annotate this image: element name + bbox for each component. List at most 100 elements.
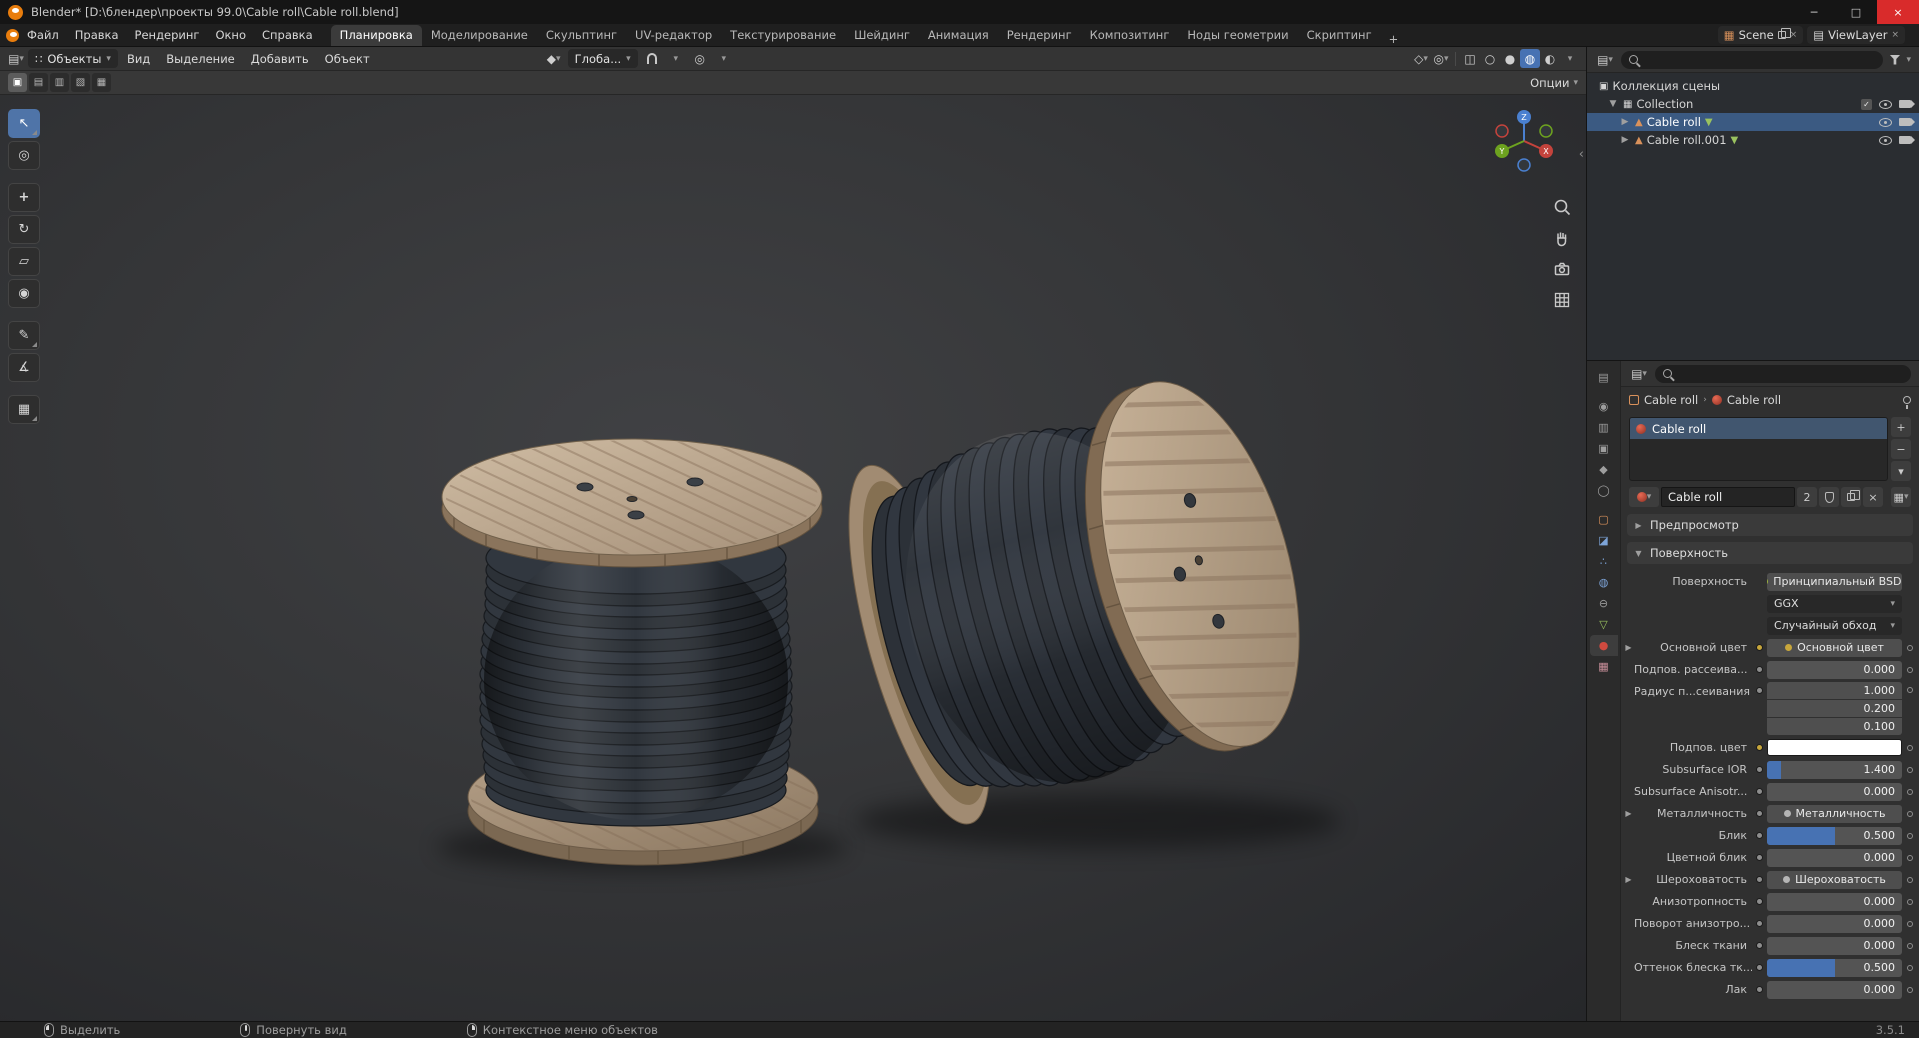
3d-viewport[interactable]: ↖ ◎ + ↻ ▱ ◉ ✎ ∡ ▦ Z X Y ‹ bbox=[0, 95, 1586, 1021]
shading-rendered-icon[interactable]: ◐ bbox=[1540, 49, 1560, 68]
editor-type-icon[interactable]: ▤ ▾ bbox=[6, 49, 26, 68]
transform-orientation-dropdown[interactable]: Глоба... ▾ bbox=[567, 49, 638, 68]
ptab-data-icon[interactable]: ▽ bbox=[1590, 614, 1618, 635]
new-scene-icon[interactable] bbox=[1777, 28, 1791, 39]
menu-render[interactable]: Рендеринг bbox=[127, 28, 208, 42]
subsurface-radius-fields[interactable]: 1.000 0.200 0.100 bbox=[1767, 682, 1902, 735]
ptab-material-icon[interactable]: ● bbox=[1589, 635, 1618, 656]
ptab-tool-icon[interactable]: ▤ bbox=[1590, 367, 1618, 388]
animate-dot[interactable] bbox=[1907, 898, 1913, 905]
scene-selector[interactable]: ▦ Scene × bbox=[1717, 26, 1804, 44]
viewlayer-selector[interactable]: ▤ ViewLayer × bbox=[1807, 26, 1905, 44]
maximize-button[interactable]: □ bbox=[1835, 0, 1877, 24]
tool-transform[interactable]: ◉ bbox=[8, 279, 40, 308]
outliner-row-collection[interactable]: ▼ ▦ Collection ✓ bbox=[1587, 95, 1919, 113]
tool-annotate[interactable]: ✎ bbox=[8, 321, 40, 350]
ptab-viewlayer-icon[interactable]: ▣ bbox=[1590, 438, 1618, 459]
properties-editor-type-icon[interactable]: ▤ ▾ bbox=[1629, 364, 1649, 383]
sheen-slider[interactable]: 0.000 bbox=[1767, 936, 1902, 955]
collection-checkbox[interactable]: ✓ bbox=[1861, 98, 1872, 110]
animate-dot[interactable] bbox=[1907, 876, 1913, 883]
material-specials-button[interactable]: ▦ ▾ bbox=[1891, 487, 1911, 507]
3d-scene[interactable] bbox=[0, 95, 1586, 1021]
animate-dot[interactable] bbox=[1907, 964, 1913, 971]
unlink-scene-icon[interactable]: × bbox=[1790, 30, 1798, 40]
blender-menu-icon[interactable] bbox=[6, 28, 19, 42]
sheen-tint-slider[interactable]: 0.500 bbox=[1767, 958, 1902, 977]
pan-hand-icon[interactable] bbox=[1552, 228, 1572, 248]
tab-layout[interactable]: Планировка bbox=[330, 25, 422, 46]
tab-uv[interactable]: UV-редактор bbox=[626, 25, 721, 46]
filter-dropdown-icon[interactable]: ▾ bbox=[1906, 55, 1911, 65]
filter-icon[interactable] bbox=[1889, 54, 1901, 65]
select-mode-subtract-icon[interactable]: ▥ bbox=[50, 73, 69, 92]
animate-dot[interactable] bbox=[1907, 644, 1913, 651]
users-count-button[interactable]: 2 bbox=[1797, 487, 1817, 507]
sidebar-expand-arrow[interactable]: ‹ bbox=[1579, 147, 1584, 162]
ptab-scene-icon[interactable]: ◆ bbox=[1590, 459, 1618, 480]
proportional-editing-toggle[interactable]: ◎ bbox=[690, 49, 710, 68]
ptab-object-icon[interactable]: ▢ bbox=[1590, 509, 1618, 530]
animate-dot[interactable] bbox=[1907, 832, 1913, 839]
menu-help[interactable]: Справка bbox=[254, 28, 321, 42]
render-visibility-icon[interactable] bbox=[1899, 100, 1915, 108]
remove-viewlayer-icon[interactable]: × bbox=[1891, 30, 1899, 40]
snap-toggle[interactable] bbox=[642, 49, 662, 68]
expand-arrow-icon[interactable]: ▶ bbox=[1619, 135, 1631, 145]
outliner-row-scene-collection[interactable]: ▣ Коллекция сцены bbox=[1587, 77, 1919, 95]
ptab-texture-icon[interactable]: ▦ bbox=[1590, 656, 1618, 677]
material-name-field[interactable]: Cable roll bbox=[1661, 487, 1795, 507]
metallic-node-button[interactable]: Металличность bbox=[1767, 804, 1902, 823]
pivot-point-dropdown[interactable]: ◆ ▾ bbox=[544, 49, 564, 68]
zoom-icon[interactable] bbox=[1552, 197, 1572, 217]
animate-dot[interactable] bbox=[1907, 744, 1913, 751]
slot-row-active[interactable]: Cable roll bbox=[1630, 418, 1887, 439]
tool-measure[interactable]: ∡ bbox=[8, 353, 40, 382]
tool-move[interactable]: + bbox=[8, 183, 40, 212]
ptab-modifiers-icon[interactable]: ◪ bbox=[1590, 530, 1618, 551]
subsurface-slider[interactable]: 0.000 bbox=[1767, 660, 1902, 679]
tab-geometry-nodes[interactable]: Ноды геометрии bbox=[1178, 25, 1297, 46]
animate-dot[interactable] bbox=[1907, 687, 1913, 693]
tool-add-cube[interactable]: ▦ bbox=[8, 395, 40, 424]
gizmos-toggle[interactable]: ◇ ▾ bbox=[1411, 49, 1431, 68]
expand-icon[interactable]: ▶ bbox=[1623, 875, 1634, 884]
close-button[interactable]: × bbox=[1877, 0, 1919, 24]
render-visibility-icon[interactable] bbox=[1899, 118, 1915, 126]
distribution-dropdown[interactable]: GGX ▾ bbox=[1767, 594, 1902, 613]
render-visibility-icon[interactable] bbox=[1899, 136, 1915, 144]
menu-select[interactable]: Выделение bbox=[159, 52, 242, 66]
tool-cursor[interactable]: ◎ bbox=[8, 141, 40, 170]
menu-view[interactable]: Вид bbox=[120, 52, 157, 66]
tab-shading[interactable]: Шейдинг bbox=[845, 25, 919, 46]
base-color-node-button[interactable]: Основной цвет bbox=[1767, 638, 1902, 657]
tab-sculpting[interactable]: Скульптинг bbox=[537, 25, 626, 46]
browse-material-button[interactable]: ▾ bbox=[1629, 487, 1659, 507]
snap-dropdown[interactable]: ▾ bbox=[666, 49, 686, 68]
animate-dot[interactable] bbox=[1907, 920, 1913, 927]
anisotropic-rotation-slider[interactable]: 0.000 bbox=[1767, 914, 1902, 933]
outliner-editor-type-icon[interactable]: ▤ ▾ bbox=[1595, 50, 1615, 69]
shading-material-icon[interactable]: ◍ bbox=[1520, 49, 1540, 68]
ptab-constraints-icon[interactable]: ⊖ bbox=[1590, 593, 1618, 614]
pin-icon[interactable] bbox=[1903, 396, 1911, 409]
overlays-toggle[interactable]: ◎ ▾ bbox=[1431, 49, 1451, 68]
mode-dropdown[interactable]: ∷ Объекты ▾ bbox=[28, 49, 118, 68]
navigation-gizmo[interactable]: Z X Y bbox=[1488, 105, 1560, 177]
hide-eye-icon[interactable] bbox=[1879, 99, 1892, 109]
select-mode-new-icon[interactable]: ▣ bbox=[8, 73, 27, 92]
anisotropic-slider[interactable]: 0.000 bbox=[1767, 892, 1902, 911]
select-mode-extend-icon[interactable]: ▤ bbox=[29, 73, 48, 92]
tab-scripting[interactable]: Скриптинг bbox=[1298, 25, 1381, 46]
panel-preview[interactable]: ▶ Предпросмотр bbox=[1627, 514, 1913, 536]
proportional-falloff-dropdown[interactable]: ▾ bbox=[714, 49, 734, 68]
menu-object[interactable]: Объект bbox=[318, 52, 377, 66]
animate-dot[interactable] bbox=[1907, 810, 1913, 817]
tool-select-box[interactable]: ↖ bbox=[8, 109, 40, 138]
menu-window[interactable]: Окно bbox=[207, 28, 254, 42]
roughness-node-button[interactable]: Шероховатость bbox=[1767, 870, 1902, 889]
hide-eye-icon[interactable] bbox=[1879, 117, 1892, 127]
new-material-button[interactable] bbox=[1841, 487, 1861, 507]
tab-animation[interactable]: Анимация bbox=[919, 25, 998, 46]
unlink-material-button[interactable]: × bbox=[1863, 487, 1883, 507]
